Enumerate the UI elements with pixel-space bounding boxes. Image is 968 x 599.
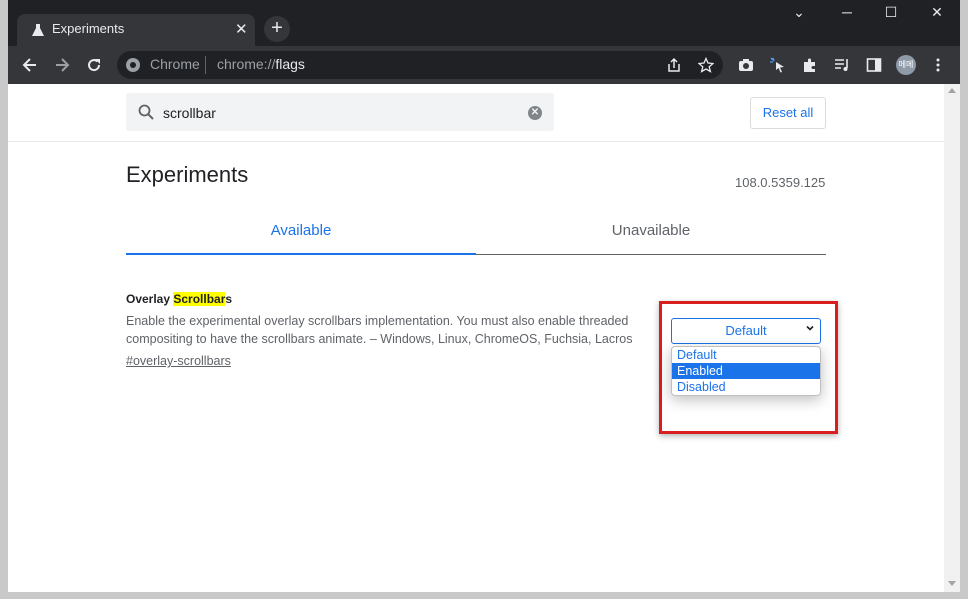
address-bar[interactable]: Chrome chrome://flags [117, 51, 723, 79]
select-value: Default [725, 323, 767, 338]
vertical-scrollbar[interactable] [944, 84, 960, 592]
kebab-menu-icon[interactable] [930, 57, 946, 73]
title-bar: Experiments ✕ + ⌄ ─ ☐ ✕ [8, 0, 960, 46]
tab-unavailable[interactable]: Unavailable [476, 222, 826, 254]
header-divider [8, 141, 944, 142]
omnibox-divider [205, 56, 206, 74]
forward-arrow-icon[interactable] [52, 55, 72, 75]
search-value: scrollbar [163, 105, 216, 121]
camera-icon[interactable] [738, 57, 754, 73]
share-icon[interactable] [666, 57, 682, 73]
scroll-up-arrow-icon[interactable] [948, 88, 956, 93]
option-enabled[interactable]: Enabled [672, 363, 820, 379]
select-dropdown-list: Default Enabled Disabled [671, 346, 821, 396]
tab-title: Experiments [52, 21, 125, 36]
back-arrow-icon[interactable] [20, 55, 40, 75]
version-label: 108.0.5359.125 [735, 175, 826, 190]
browser-window: Experiments ✕ + ⌄ ─ ☐ ✕ Chrome chrome://… [8, 0, 960, 592]
maximize-icon[interactable]: ☐ [876, 4, 906, 21]
origin-label: Chrome [150, 56, 200, 72]
flag-description: Enable the experimental overlay scrollba… [126, 314, 633, 346]
flag-anchor-link[interactable]: #overlay-scrollbars [126, 354, 231, 368]
chrome-logo-icon [126, 58, 140, 72]
window-close-icon[interactable]: ✕ [922, 4, 952, 21]
minimize-icon[interactable]: ─ [832, 4, 862, 20]
extensions-puzzle-icon[interactable] [802, 57, 818, 73]
flag-state-select[interactable]: Default [671, 318, 821, 344]
page-content: scrollbar ✕ Reset all Experiments 108.0.… [8, 84, 944, 592]
tab-search-icon[interactable]: ⌄ [784, 4, 814, 21]
media-queue-icon[interactable] [834, 57, 850, 73]
side-panel-icon[interactable] [866, 57, 882, 73]
toolbar: Chrome chrome://flags 메메 [8, 46, 960, 84]
flags-search-input[interactable]: scrollbar ✕ [126, 93, 554, 131]
flask-icon [32, 24, 44, 36]
clear-search-icon[interactable]: ✕ [528, 106, 542, 120]
search-highlight: Scrollbar [173, 292, 226, 306]
new-tab-button[interactable]: + [264, 16, 290, 42]
bookmark-star-icon[interactable] [698, 57, 714, 73]
profile-avatar[interactable]: 메메 [896, 55, 916, 75]
chevron-down-icon [806, 325, 814, 331]
tab-close-icon[interactable]: ✕ [235, 20, 248, 38]
search-icon [138, 104, 154, 120]
option-disabled[interactable]: Disabled [672, 379, 820, 395]
cursor-click-icon[interactable] [770, 57, 786, 73]
active-tab-indicator [126, 253, 476, 255]
page-title: Experiments [126, 162, 249, 187]
reset-all-button[interactable]: Reset all [750, 97, 826, 129]
tab-available[interactable]: Available [126, 222, 476, 254]
tab-experiments[interactable]: Experiments ✕ [17, 14, 255, 46]
option-default[interactable]: Default [672, 347, 820, 363]
url-text: chrome://flags [217, 56, 305, 72]
scroll-down-arrow-icon[interactable] [948, 581, 956, 586]
reload-icon[interactable] [84, 55, 104, 75]
flag-title: Overlay Scrollbars [126, 292, 233, 306]
